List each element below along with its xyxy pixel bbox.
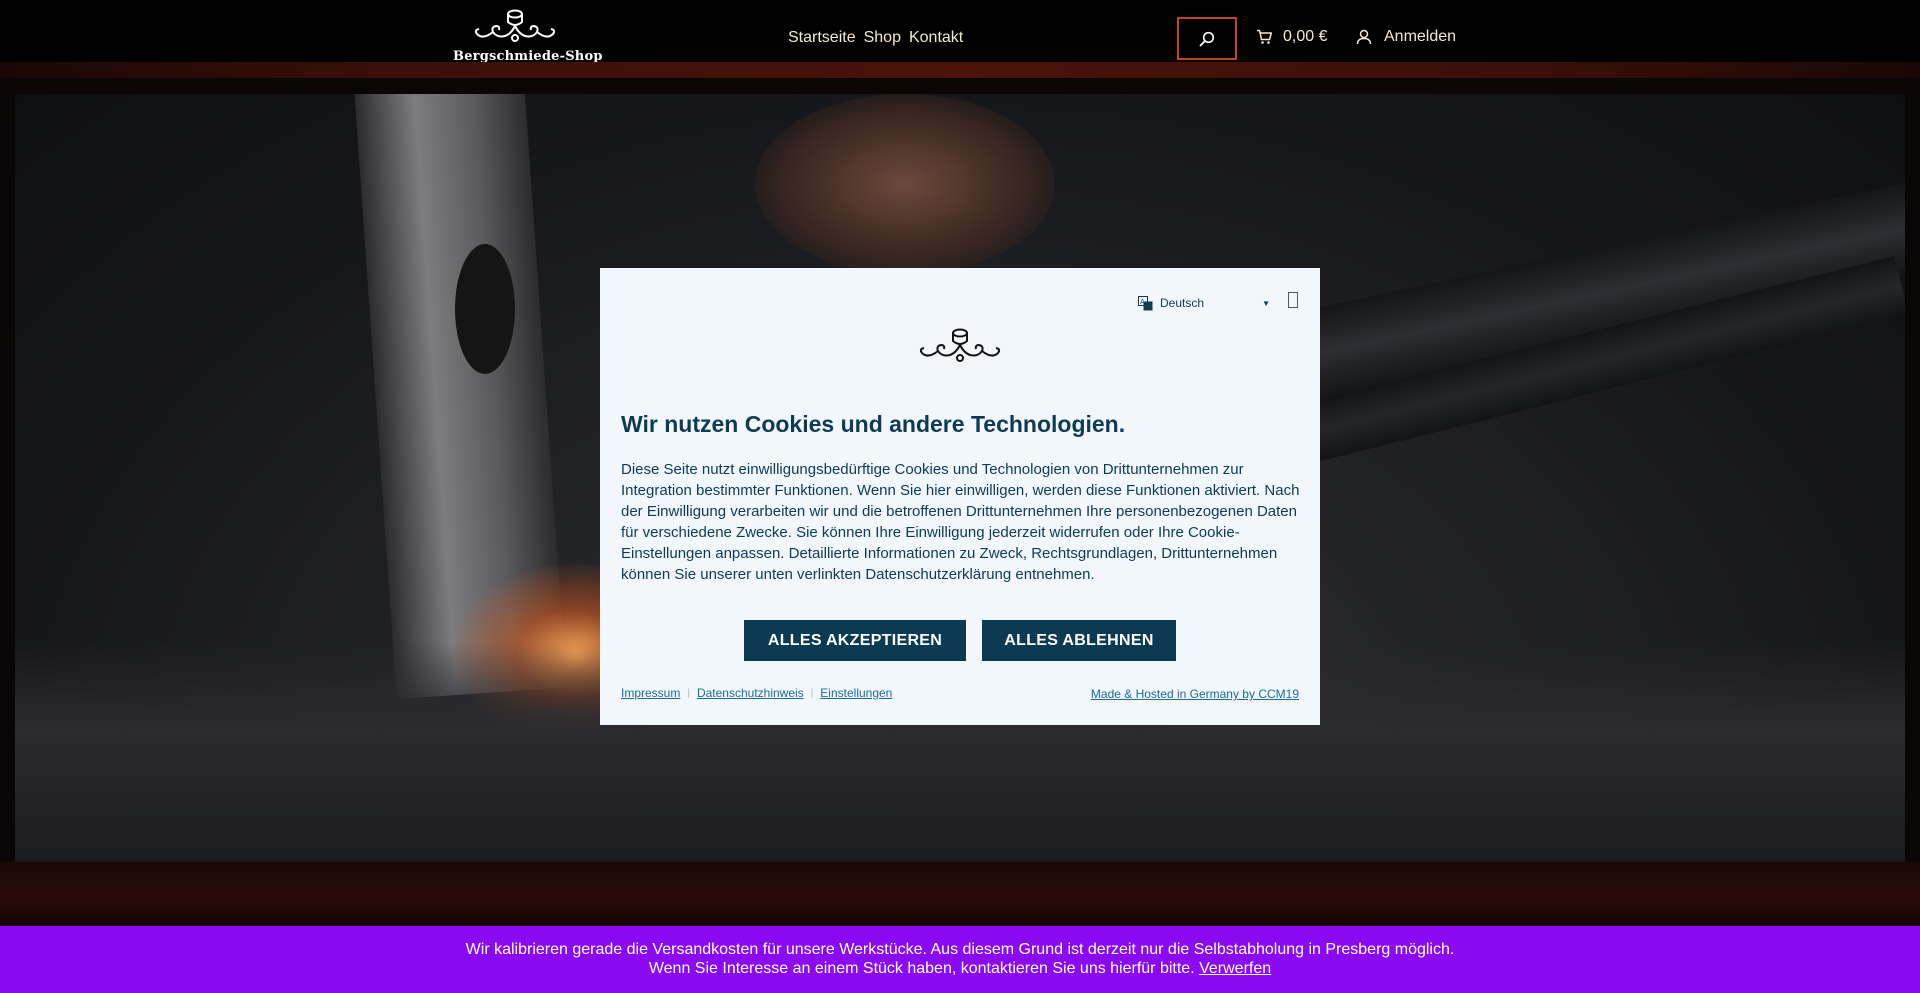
site-header: Bergschmiede-Shop Startseite Shop Kontak… <box>0 0 1920 78</box>
language-selected: Deutsch <box>1160 296 1205 310</box>
language-select[interactable]: A Deutsch ▼ <box>1138 292 1270 314</box>
language-icon: A <box>1138 295 1153 310</box>
cart-total: 0,00 € <box>1283 28 1328 45</box>
main-nav: Startseite Shop Kontakt <box>788 29 963 47</box>
store-notice-bar: Wir kalibrieren gerade die Versandkosten… <box>0 926 1920 993</box>
hero-hammer-hole <box>455 244 515 374</box>
user-icon <box>1356 29 1372 45</box>
cookie-footer-links: Impressum | Datenschutzhinweis | Einstel… <box>621 686 892 700</box>
chevron-down-icon: ▼ <box>1262 298 1270 308</box>
notice-line-1: Wir kalibrieren gerade die Versandkosten… <box>465 941 1455 958</box>
close-icon[interactable] <box>1288 292 1298 308</box>
privacy-link[interactable]: Datenschutzhinweis <box>697 686 804 700</box>
logo-text: Bergschmiede-Shop <box>453 49 603 64</box>
settings-link[interactable]: Einstellungen <box>820 686 892 700</box>
svg-text:A: A <box>1140 298 1145 306</box>
impressum-link[interactable]: Impressum <box>621 686 680 700</box>
search-button[interactable] <box>1177 17 1237 60</box>
cookie-dialog-body: Diese Seite nutzt einwilligungsbedürftig… <box>621 461 1300 583</box>
hero-hand <box>755 94 1055 274</box>
accept-all-button[interactable]: ALLES AKZEPTIEREN <box>744 620 966 661</box>
dismiss-notice-link[interactable]: Verwerfen <box>1199 960 1271 977</box>
logo-ornament-icon <box>474 9 556 42</box>
search-icon <box>1199 31 1215 46</box>
brand-ornament-icon <box>919 328 1001 362</box>
login-button[interactable]: Anmelden <box>1356 28 1456 46</box>
notice-line-2-text: Wenn Sie Interesse an einem Stück haben,… <box>648 960 1195 977</box>
notice-line-2: Wenn Sie Interesse an einem Stück haben,… <box>0 959 1920 978</box>
site-logo[interactable]: Bergschmiede-Shop <box>453 6 603 70</box>
cart-button[interactable]: 0,00 € <box>1256 28 1327 46</box>
nav-link-shop[interactable]: Shop <box>864 29 901 47</box>
reject-all-button[interactable]: ALLES ABLEHNEN <box>982 620 1176 661</box>
nav-link-startseite[interactable]: Startseite <box>788 29 856 47</box>
login-label: Anmelden <box>1384 28 1457 45</box>
nav-link-kontakt[interactable]: Kontakt <box>909 29 963 47</box>
cookie-dialog-title: Wir nutzen Cookies und andere Technologi… <box>621 411 1126 437</box>
cart-icon <box>1257 29 1273 44</box>
cookie-consent-dialog: A Deutsch ▼ Wir nutzen Cookies und ander… <box>600 268 1320 725</box>
ccm19-link[interactable]: Made & Hosted in Germany by CCM19 <box>1091 687 1299 701</box>
page-background-strip <box>0 862 1920 926</box>
link-separator: | <box>810 687 814 699</box>
link-separator: | <box>687 687 690 699</box>
